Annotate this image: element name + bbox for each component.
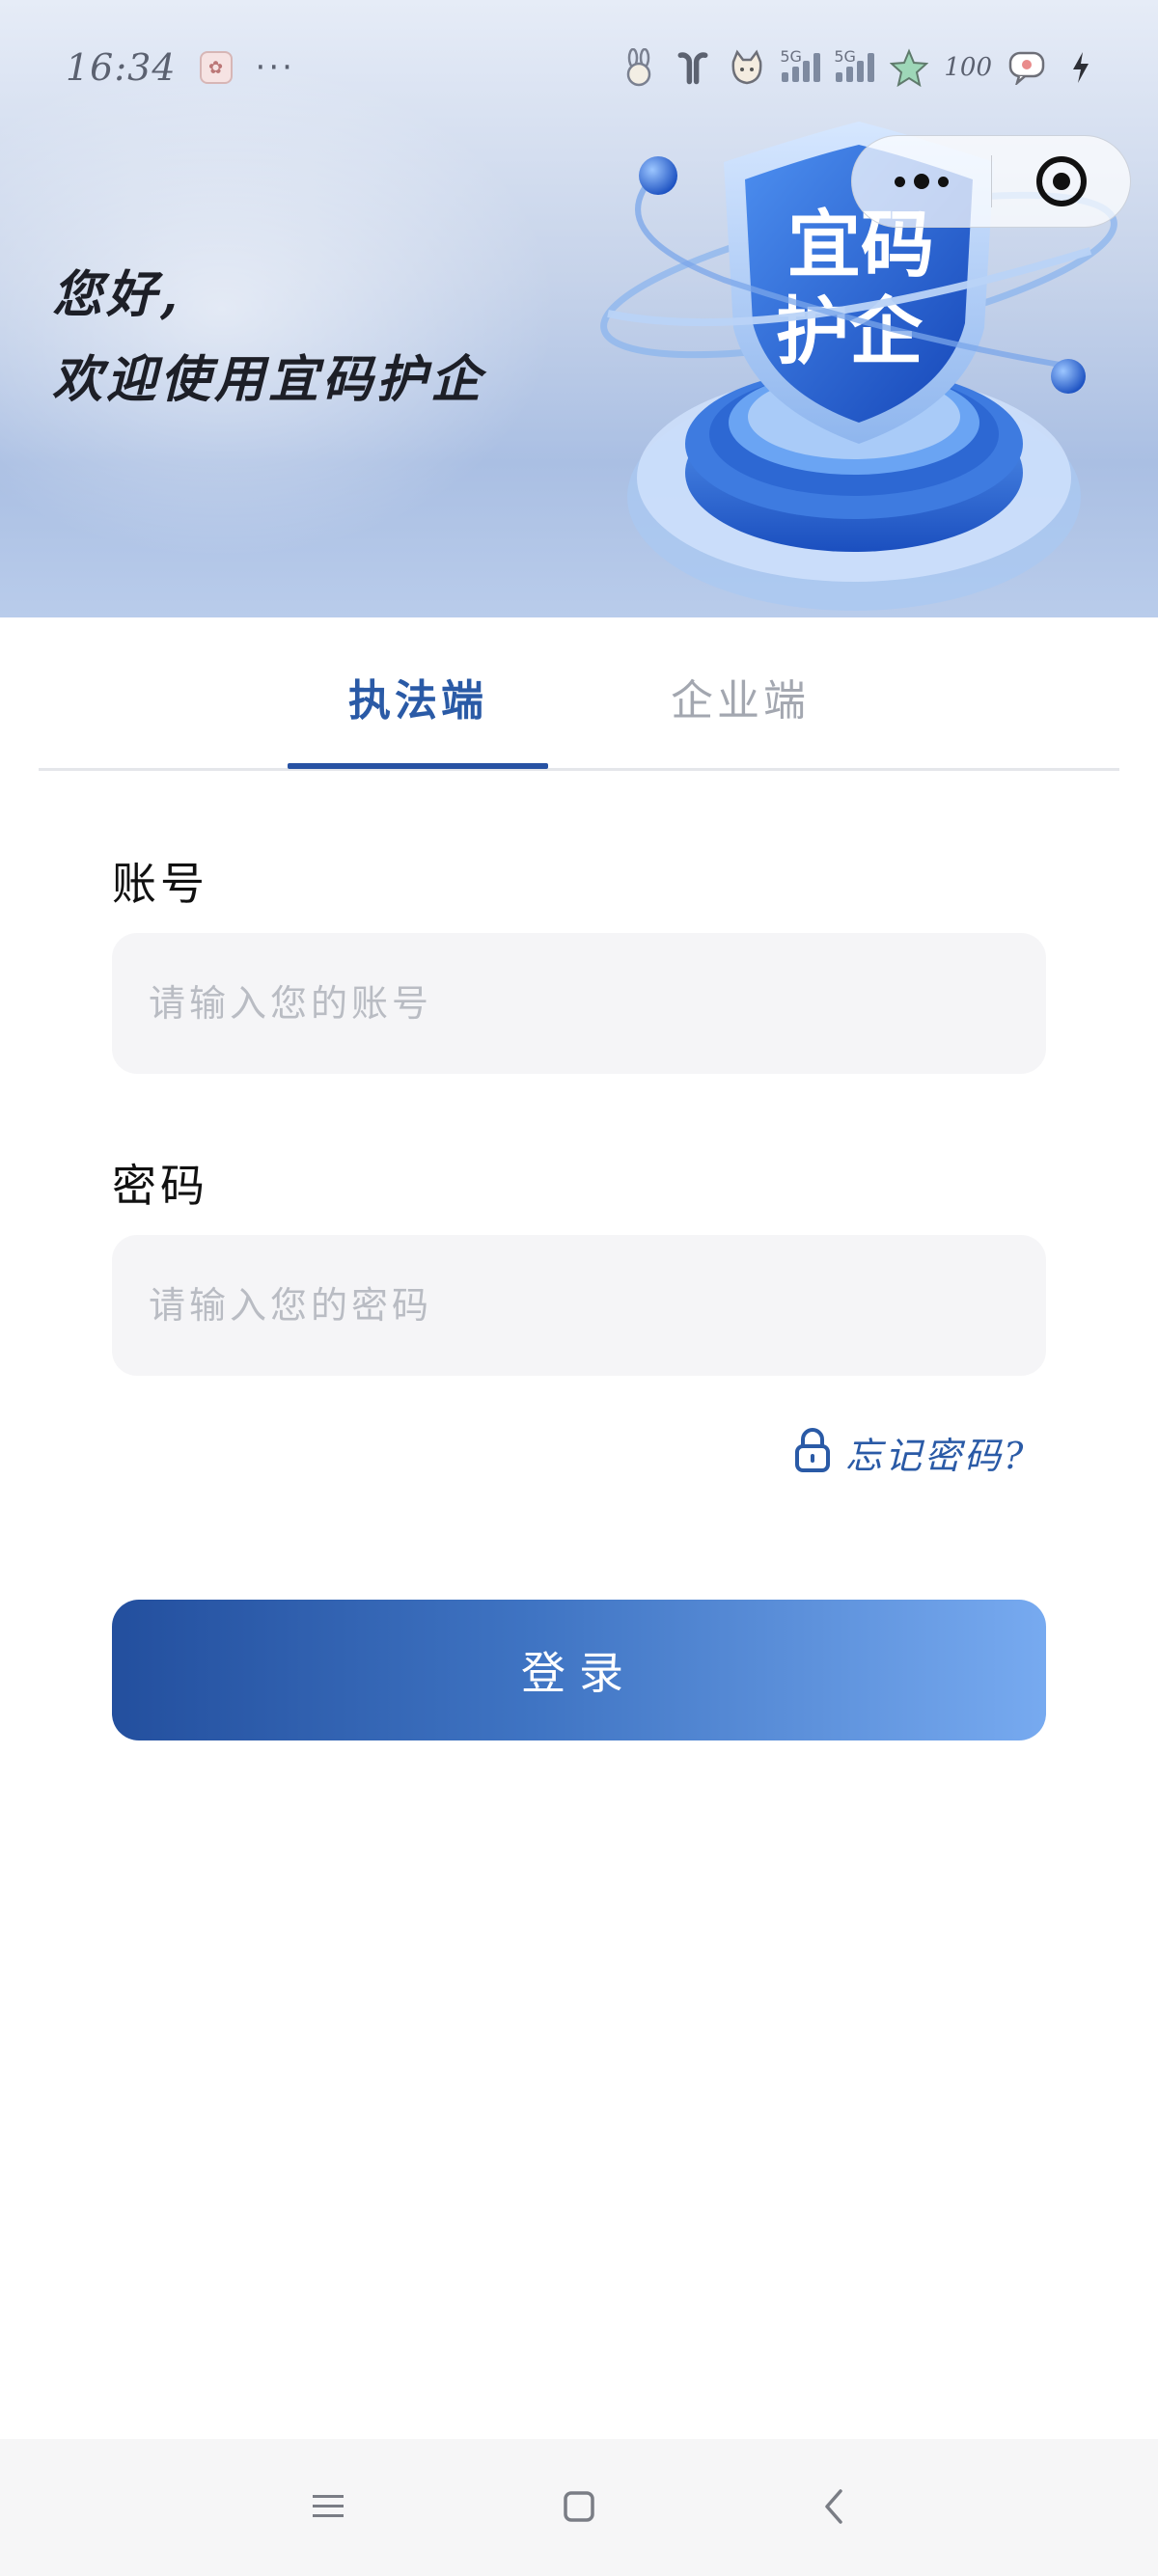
password-input[interactable] <box>112 1235 1046 1376</box>
lock-icon <box>793 1427 832 1477</box>
system-nav-bar <box>0 2439 1158 2576</box>
greeting-line-1: 您好, <box>52 265 182 324</box>
more-dots-icon[interactable] <box>852 136 991 227</box>
status-left: 16:34 ✿ ··· <box>66 46 295 89</box>
home-icon[interactable] <box>540 2468 618 2545</box>
menu-icon[interactable] <box>290 2468 367 2545</box>
signal-icon: 5G <box>780 47 821 82</box>
status-time: 16:34 <box>66 46 177 89</box>
forgot-password-link[interactable]: 忘记密码? <box>793 1424 1026 1480</box>
bunny-icon <box>620 48 658 87</box>
star-icon <box>890 48 929 87</box>
login-tabs: 执法端 企业端 <box>39 617 1119 772</box>
password-field <box>112 1235 1046 1376</box>
greeting: 您好, 欢迎使用宜码护企 <box>52 253 484 423</box>
miniprogram-capsule <box>851 135 1131 228</box>
status-right: 5G 5G 100 <box>620 47 1100 87</box>
network-tag-1: 5G <box>780 47 802 66</box>
back-icon[interactable] <box>795 2468 872 2545</box>
app-notification-icon: ✿ <box>199 51 233 84</box>
greeting-line-2: 欢迎使用宜码护企 <box>52 350 485 409</box>
tab-law-enforcement[interactable]: 执法端 <box>288 666 548 772</box>
status-bar: 16:34 ✿ ··· 5G 5G 100 <box>0 0 1158 135</box>
network-tag-2: 5G <box>834 47 856 66</box>
active-tab-indicator <box>288 763 548 769</box>
target-close-icon[interactable] <box>992 136 1130 227</box>
tabs-baseline <box>39 768 1119 771</box>
cat-icon <box>728 48 766 87</box>
message-icon <box>1007 48 1046 87</box>
hero-banner: 16:34 ✿ ··· 5G 5G 100 您好, 欢迎使用宜码护企 宜码 护企 <box>0 0 1158 617</box>
forgot-password-label: 忘记密码? <box>845 1434 1027 1477</box>
earbuds-icon <box>674 48 712 87</box>
login-button[interactable]: 登录 <box>112 1600 1046 1740</box>
tab-enterprise[interactable]: 企业端 <box>610 666 870 772</box>
charging-icon <box>1062 48 1100 87</box>
account-label: 账号 <box>112 858 208 910</box>
battery-level: 100 <box>944 53 992 82</box>
signal-icon: 5G <box>834 47 875 82</box>
account-input[interactable] <box>112 933 1046 1074</box>
status-overflow: ··· <box>255 48 295 87</box>
account-field <box>112 933 1046 1074</box>
password-label: 密码 <box>112 1160 208 1212</box>
